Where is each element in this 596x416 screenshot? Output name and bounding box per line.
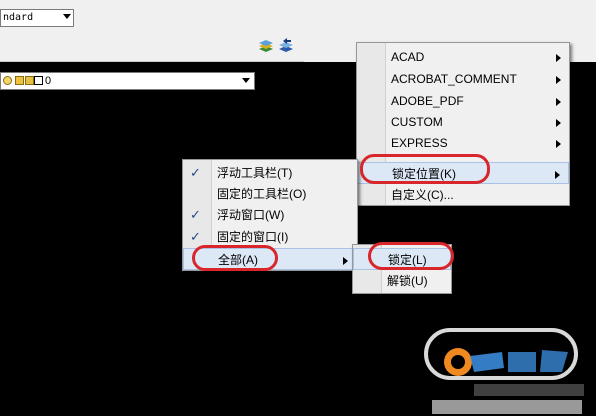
layers-toolbar: 0 xyxy=(0,33,304,90)
submenu-arrow-icon xyxy=(556,54,561,62)
styles-toolbar: ndard xyxy=(0,0,304,32)
menu-item-label: ACROBAT_COMMENT xyxy=(391,72,517,86)
menu-item-label: 解锁(U) xyxy=(387,274,428,288)
menu-item-express[interactable]: EXPRESS xyxy=(357,132,569,154)
submenu-arrow-icon xyxy=(556,76,561,84)
chevron-down-icon[interactable] xyxy=(63,14,71,19)
menu-item-floating-windows[interactable]: ✓ 浮动窗口(W) xyxy=(183,204,357,226)
text-style-combo[interactable]: ndard xyxy=(0,9,74,27)
layer-on-icon[interactable] xyxy=(3,76,12,85)
submenu-arrow-icon xyxy=(556,98,561,106)
menu-item-label: ACAD xyxy=(391,50,425,64)
menu-item-customize[interactable]: 自定义(C)... xyxy=(357,184,569,206)
menu-item-adobe-pdf[interactable]: ADOBE_PDF xyxy=(357,90,569,112)
checkmark-icon: ✓ xyxy=(190,207,201,222)
layer-lock-icon[interactable] xyxy=(25,76,34,85)
annotation-oval-all xyxy=(192,245,278,271)
layer-previous-icon[interactable] xyxy=(277,37,295,55)
submenu-arrow-icon xyxy=(556,119,561,127)
layer-freeze-icon[interactable] xyxy=(15,76,24,85)
submenu-arrow-icon xyxy=(556,140,561,148)
menu-item-label: 固定的工具栏(O) xyxy=(217,187,307,201)
menu-item-floating-toolbars[interactable]: ✓ 浮动工具栏(T) xyxy=(183,162,357,184)
menu-item-unlock[interactable]: 解锁(U) xyxy=(353,270,451,292)
menu-item-label: 浮动窗口(W) xyxy=(217,208,285,222)
annotation-oval-lock xyxy=(368,242,454,270)
menu-item-label: ADOBE_PDF xyxy=(391,94,464,108)
chevron-down-icon[interactable] xyxy=(242,78,250,83)
menu-item-custom[interactable]: CUSTOM xyxy=(357,111,569,133)
annotation-oval-lock-location xyxy=(360,154,490,184)
checkmark-icon: ✓ xyxy=(190,165,201,180)
menu-item-docked-toolbars[interactable]: 固定的工具栏(O) xyxy=(183,183,357,205)
submenu-arrow-icon xyxy=(555,171,560,179)
menu-item-label: CUSTOM xyxy=(391,115,443,129)
menu-item-label: 浮动工具栏(T) xyxy=(217,166,293,180)
checkmark-icon: ✓ xyxy=(190,229,201,244)
menu-item-label: 自定义(C)... xyxy=(391,188,454,202)
watermark-logo xyxy=(424,328,584,414)
menu-item-acrobat-comment[interactable]: ACROBAT_COMMENT xyxy=(357,68,569,90)
submenu-arrow-icon xyxy=(343,257,348,265)
layer-color-icon[interactable] xyxy=(34,76,43,85)
text-style-value: ndard xyxy=(3,12,34,23)
layer-combo[interactable]: 0 xyxy=(0,72,255,90)
menu-item-label: EXPRESS xyxy=(391,136,448,150)
layers-stack-icon[interactable] xyxy=(257,37,275,55)
layer-name: 0 xyxy=(45,75,52,87)
menu-item-acad[interactable]: ACAD xyxy=(357,46,569,68)
